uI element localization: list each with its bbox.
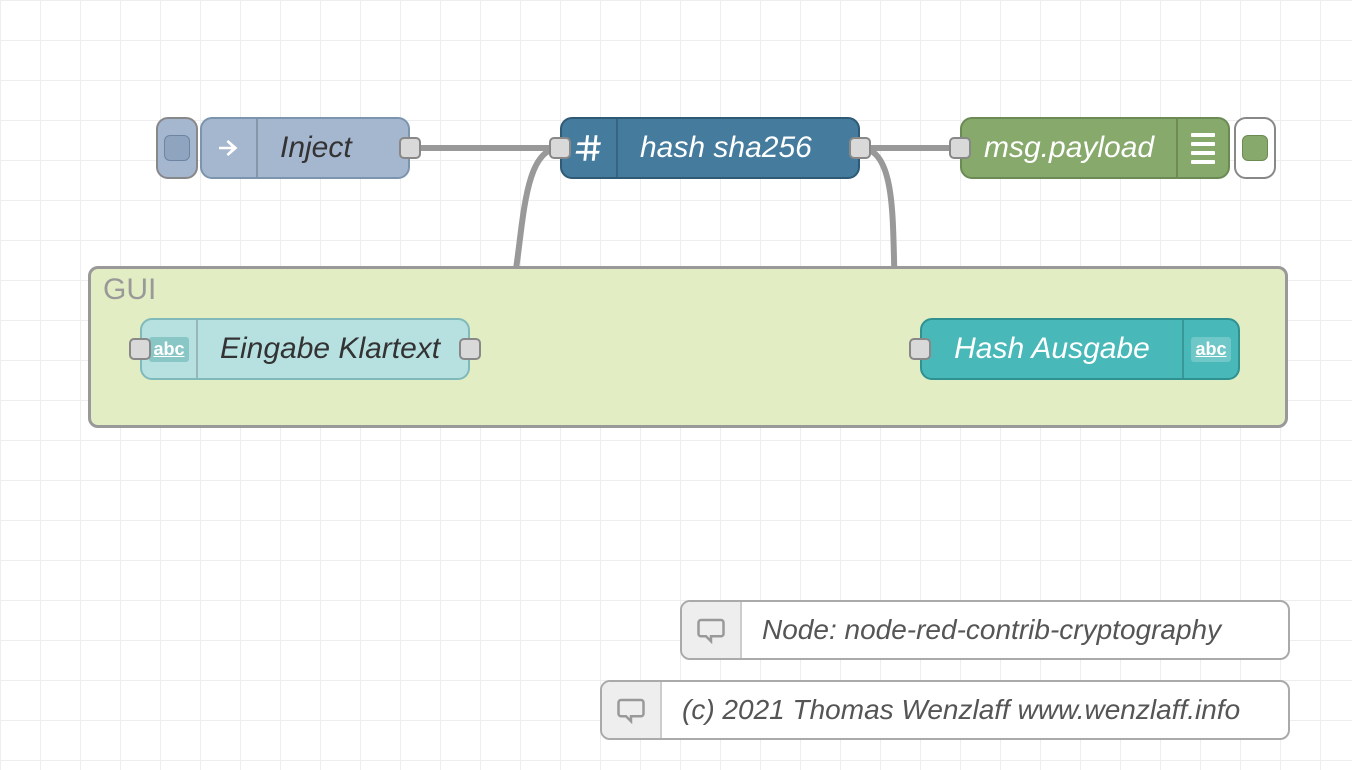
debug-toggle-button[interactable]	[1234, 117, 1276, 179]
comment-node-2[interactable]: (c) 2021 Thomas Wenzlaff www.wenzlaff.in…	[600, 680, 1290, 740]
hash-input-port[interactable]	[549, 137, 571, 159]
comment-node-1[interactable]: Node: node-red-contrib-cryptography	[680, 600, 1290, 660]
speech-bubble-icon	[682, 602, 742, 658]
textout-input-port[interactable]	[909, 338, 931, 360]
hash-label: hash sha256	[618, 119, 834, 177]
debug-toggle-square-icon	[1242, 135, 1268, 161]
hash-node[interactable]: hash sha256	[560, 117, 860, 179]
comment-1-text: Node: node-red-contrib-cryptography	[742, 602, 1241, 658]
inject-trigger-button[interactable]	[156, 117, 198, 179]
debug-node[interactable]: msg.payload	[960, 117, 1230, 179]
comment-2-text: (c) 2021 Thomas Wenzlaff www.wenzlaff.in…	[662, 682, 1260, 738]
inject-output-port[interactable]	[399, 137, 421, 159]
textin-label: Eingabe Klartext	[198, 320, 462, 378]
inject-trigger-square-icon	[164, 135, 190, 161]
text-input-node[interactable]: abc Eingabe Klartext	[140, 318, 470, 380]
textout-label: Hash Ausgabe	[922, 320, 1182, 378]
textin-output-port[interactable]	[459, 338, 481, 360]
debug-bars-icon	[1176, 119, 1228, 177]
arrow-right-icon	[202, 119, 258, 177]
speech-bubble-icon	[602, 682, 662, 738]
text-output-node[interactable]: Hash Ausgabe abc	[920, 318, 1240, 380]
debug-input-port[interactable]	[949, 137, 971, 159]
inject-node[interactable]: Inject	[200, 117, 410, 179]
hash-output-port[interactable]	[849, 137, 871, 159]
textin-input-port[interactable]	[129, 338, 151, 360]
debug-label: msg.payload	[962, 119, 1176, 177]
inject-label: Inject	[258, 119, 374, 177]
abc-icon: abc	[1182, 320, 1238, 378]
group-label: GUI	[103, 273, 156, 307]
